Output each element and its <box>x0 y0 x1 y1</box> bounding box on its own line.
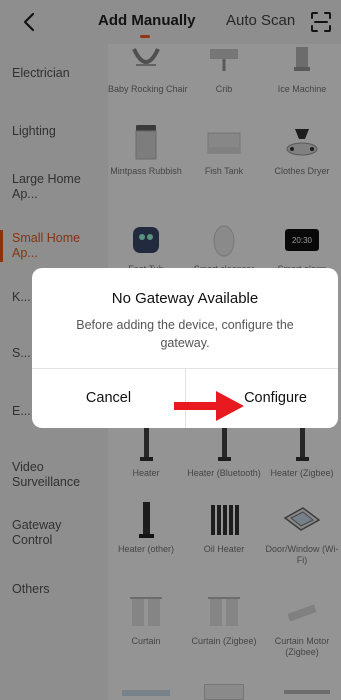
dialog-message: Before adding the device, configure the … <box>76 318 294 350</box>
arrow-right-icon <box>174 391 244 421</box>
dialog-title: No Gateway Available <box>111 290 259 307</box>
no-gateway-dialog: No Gateway Available Before adding the d… <box>32 268 338 428</box>
cancel-button[interactable]: Cancel <box>32 368 185 428</box>
